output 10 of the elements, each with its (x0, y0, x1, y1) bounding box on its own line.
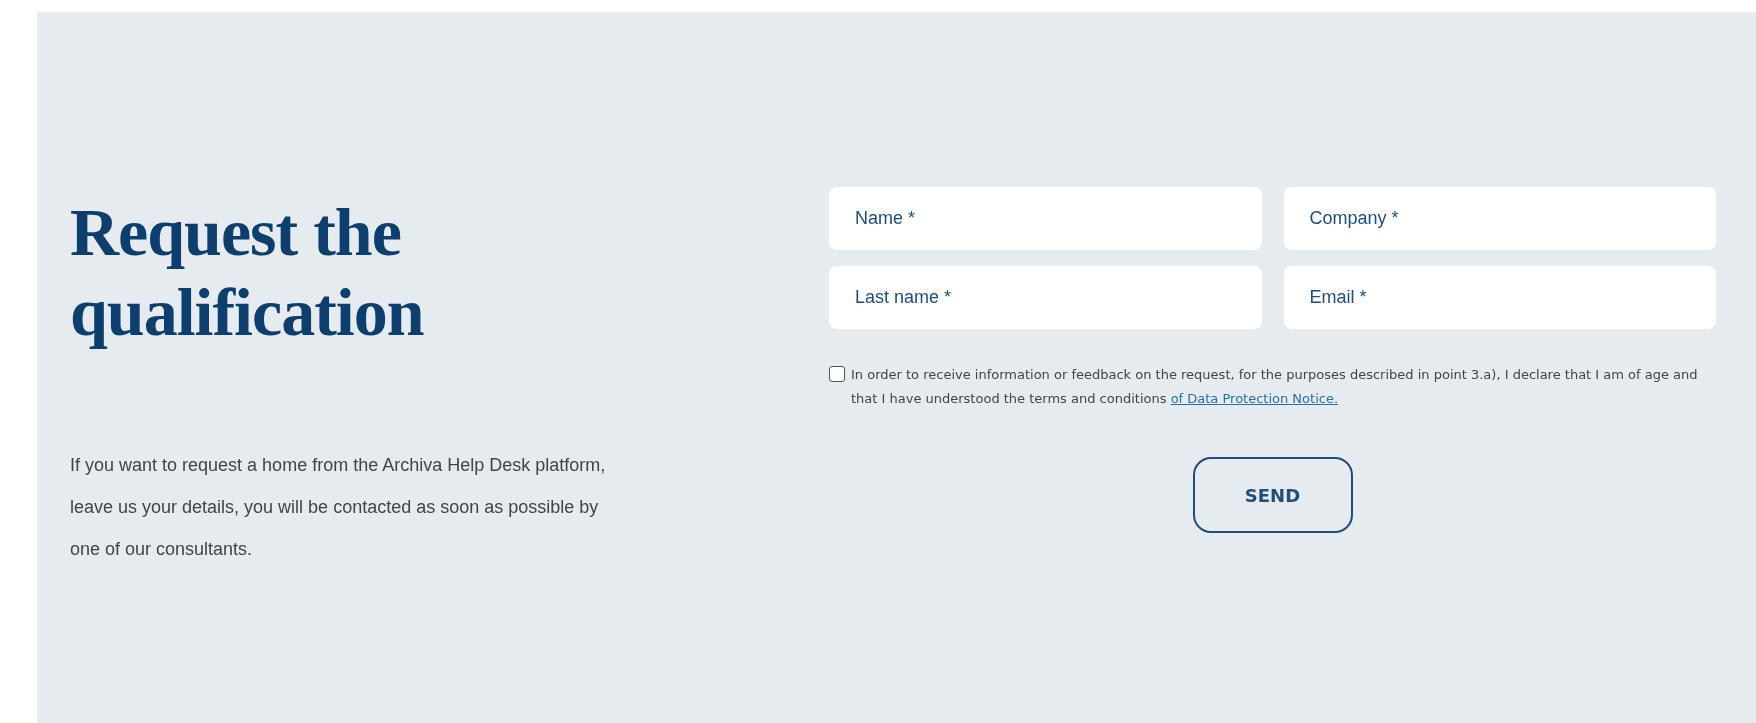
input-field[interactable]: Email * (1283, 266, 1716, 329)
privacy-notice-link[interactable]: of Data Protection Notice. (1170, 391, 1339, 406)
input-field[interactable]: Company * (1283, 187, 1716, 250)
consent-checkbox[interactable] (829, 366, 845, 382)
input-field[interactable]: Last name * (829, 266, 1262, 329)
send-button[interactable]: SEND (1192, 457, 1353, 533)
intro-text: If you want to request a home from the Archiva Help Desk platform, leave us your details, you will be contacted as soon as possible by one of our consultants. (70, 454, 607, 561)
input-field[interactable]: Name * (829, 187, 1262, 250)
consent-text: In order to receive information or feedback on the request, for the purposes described in point 3.a), I declare that I am of age and that I have understood the terms and conditions of Data Protection Notice. (851, 366, 1699, 408)
page-heading: Request the qualification (70, 193, 425, 352)
